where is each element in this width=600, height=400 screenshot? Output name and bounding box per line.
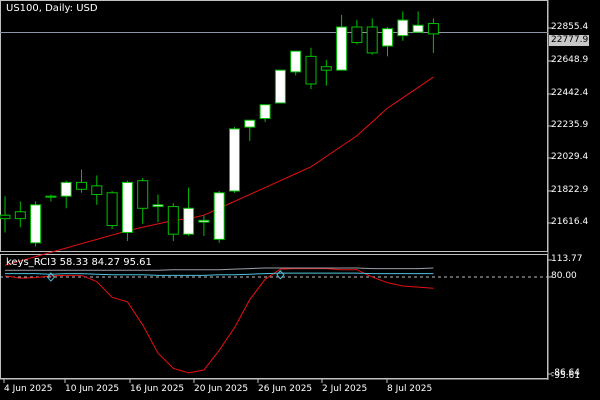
- candle-body: [305, 55, 317, 85]
- candle-body: [0, 214, 11, 220]
- candle-body: [274, 69, 286, 104]
- time-tick: 8 Jul 2025: [387, 384, 433, 394]
- candle-body: [412, 24, 424, 33]
- candle-body: [14, 211, 26, 220]
- price-tick: 21616.4: [551, 217, 589, 227]
- indicator-label: keys_RCI3 58.33 84.27 95.61: [6, 257, 152, 268]
- main-chart-frame: [0, 0, 548, 252]
- price-tick: 22855.4: [551, 22, 589, 32]
- candle-body: [76, 181, 87, 190]
- time-tick: 26 Jun 2025: [258, 384, 313, 394]
- candle-body: [244, 119, 256, 128]
- candle-body: [382, 28, 393, 47]
- chart-window[interactable]: US100, Daily: USD keys_RCI3 58.33 84.27 …: [0, 0, 600, 400]
- candle-body: [213, 192, 225, 240]
- price-tick: 22648.9: [551, 55, 589, 65]
- candle-body: [121, 181, 133, 233]
- symbol-timeframe-label: US100, Daily: USD: [6, 3, 98, 14]
- time-tick: 4 Jun 2025: [4, 384, 53, 394]
- candle-body: [259, 104, 271, 120]
- price-tick: 21822.9: [551, 185, 589, 195]
- candle-body: [183, 207, 195, 235]
- time-tick: 20 Jun 2025: [194, 384, 249, 394]
- candle-body: [336, 26, 348, 71]
- price-tick: 22442.4: [551, 88, 589, 98]
- candle-body: [45, 195, 57, 198]
- candle-body: [137, 180, 149, 209]
- candle-body: [366, 26, 378, 54]
- indicator-tick: 113.77: [551, 254, 583, 264]
- candle-body: [106, 192, 118, 227]
- candle-body: [427, 23, 439, 35]
- candle-body: [167, 206, 179, 235]
- time-tick: 2 Jul 2025: [322, 384, 368, 394]
- time-tick: 10 Jun 2025: [65, 384, 120, 394]
- price-tick: 22235.9: [551, 120, 589, 130]
- candle-body: [397, 19, 409, 37]
- indicator-tick: -95.61: [551, 371, 581, 381]
- price-tick: 22029.4: [551, 152, 589, 162]
- candle-body: [229, 128, 240, 192]
- current-price-label: 22777.9: [549, 35, 589, 46]
- candle-body: [198, 219, 210, 223]
- candle-body: [320, 66, 332, 71]
- candle-body: [91, 185, 103, 195]
- chart-canvas[interactable]: [0, 0, 600, 400]
- candle-body: [60, 181, 72, 197]
- candle-body: [152, 204, 164, 208]
- signal-diamond-icon: [276, 270, 285, 280]
- candle-body: [351, 26, 363, 44]
- time-tick: 16 Jun 2025: [130, 384, 185, 394]
- candle-body: [30, 204, 42, 244]
- candle-body: [290, 50, 302, 73]
- indicator-tick: 80.00: [551, 271, 577, 281]
- rci-long-line: [4, 268, 434, 374]
